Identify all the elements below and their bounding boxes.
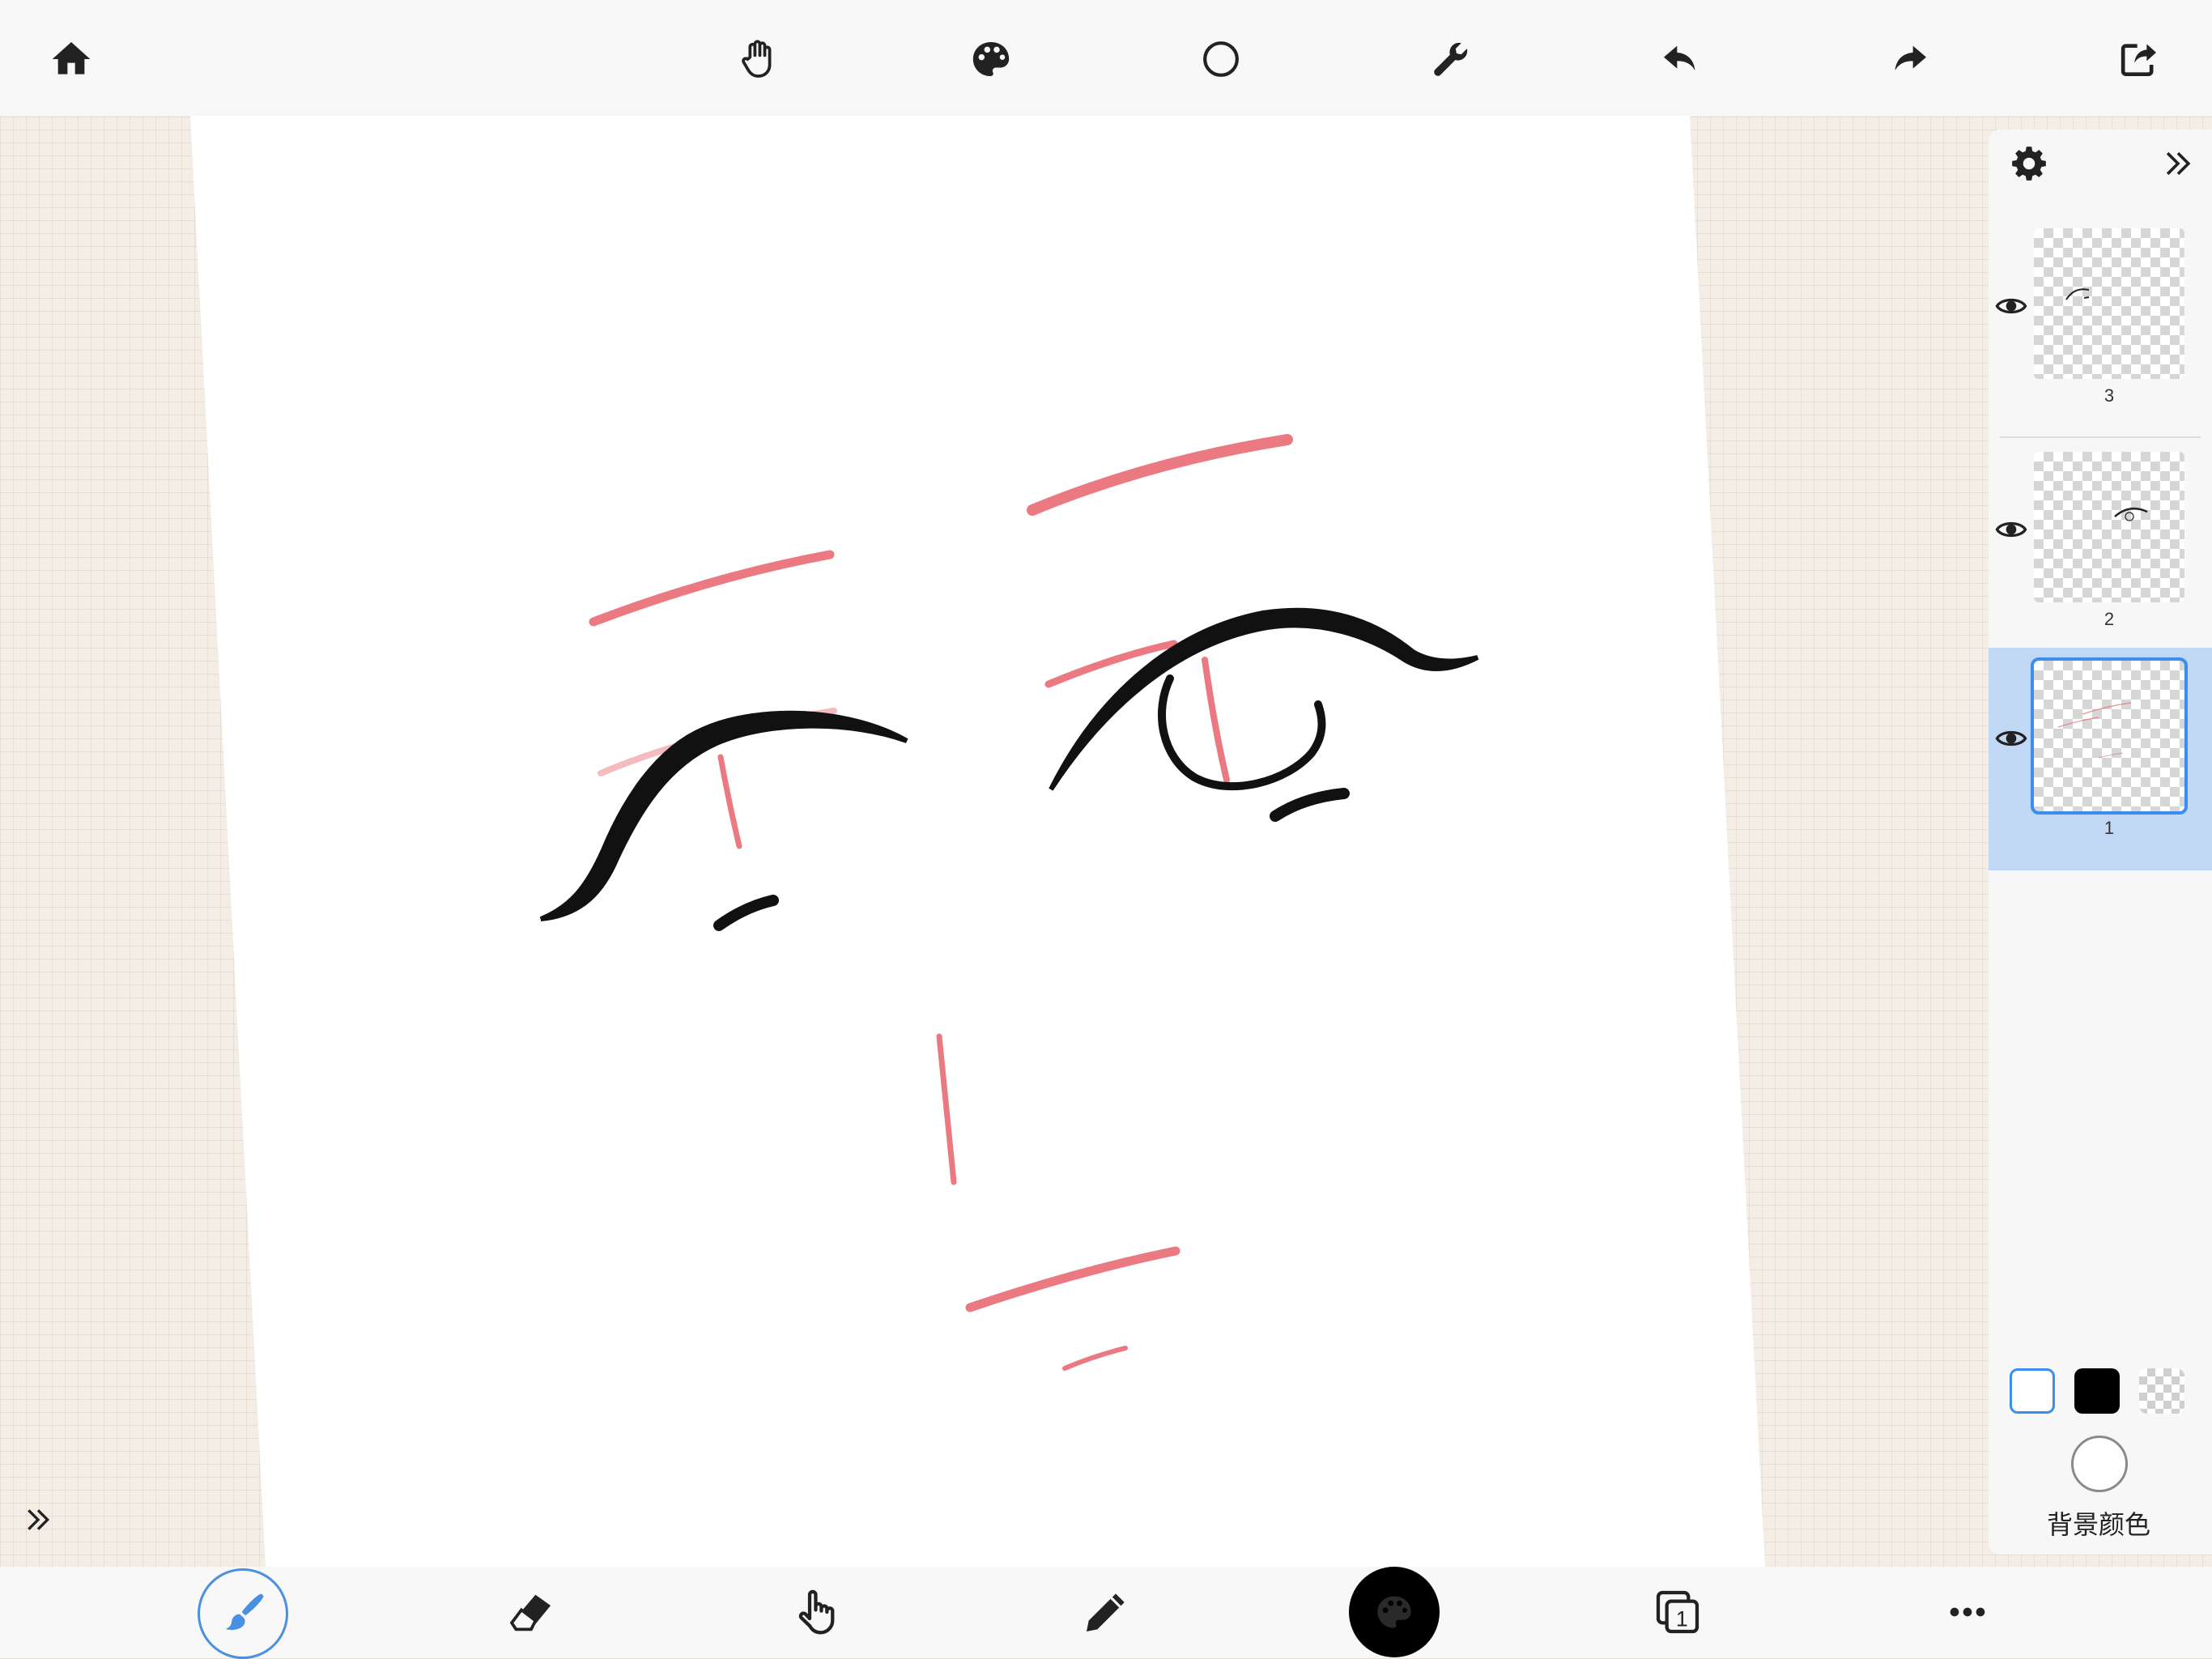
eye-icon (1995, 521, 2027, 538)
layers-button[interactable]: 1 (1632, 1567, 1723, 1657)
shape-button[interactable] (1192, 30, 1250, 88)
redo-button[interactable] (1880, 30, 1938, 88)
undo-button[interactable] (1652, 30, 1710, 88)
color-swatches (2010, 1368, 2204, 1417)
active-tool-ring (198, 1568, 288, 1659)
layer-thumbnail (2034, 228, 2184, 379)
divider (2000, 436, 2201, 438)
finger-smudge-icon (798, 1589, 835, 1635)
drawing-canvas[interactable] (0, 116, 2212, 1567)
circle-icon (1203, 41, 1239, 77)
layer-thumbnail (2034, 452, 2184, 602)
undo-icon (1664, 45, 1695, 70)
background-color-button[interactable] (2071, 1436, 2128, 1492)
share-button[interactable] (2110, 30, 2168, 88)
artboard (190, 116, 1765, 1567)
swatch-black[interactable] (2074, 1368, 2120, 1414)
visibility-toggle[interactable] (1990, 722, 2032, 755)
palette-button[interactable] (962, 30, 1020, 88)
more-button[interactable] (1922, 1567, 2013, 1657)
expand-right-icon (28, 1509, 50, 1530)
layers-panel: 3 2 1 (1989, 130, 2212, 1555)
pencil-icon (1087, 1593, 1125, 1631)
layers-count: 1 (1676, 1606, 1688, 1631)
collapse-right-icon (2166, 151, 2191, 176)
layer-thumbnail (2031, 657, 2188, 815)
swatch-white[interactable] (2010, 1368, 2055, 1414)
background-color-label: 背景颜色 (2046, 1510, 2150, 1539)
hand-icon (742, 40, 772, 78)
more-icon (1950, 1607, 1985, 1617)
gear-icon (2012, 147, 2046, 181)
swatch-transparent[interactable] (2139, 1368, 2184, 1414)
smudge-tool-button[interactable] (771, 1567, 861, 1657)
palette-icon (972, 42, 1010, 76)
layer-number: 1 (2104, 818, 2115, 838)
layer-settings-button[interactable] (2006, 141, 2052, 186)
layer-number: 3 (2104, 385, 2115, 406)
bottom-toolbar: 1 (0, 1567, 2212, 1658)
layers-icon: 1 (1656, 1590, 1699, 1634)
eye-icon (1995, 730, 2027, 747)
eraser-tool-button[interactable] (486, 1567, 576, 1657)
eye-icon (1995, 298, 2027, 314)
color-picker-button[interactable] (1349, 1567, 1440, 1657)
color-palette-icon (1377, 1596, 1411, 1628)
adjust-button[interactable] (1422, 30, 1480, 88)
visibility-toggle[interactable] (1990, 290, 2032, 322)
layer-item-3[interactable]: 3 (1989, 215, 2212, 438)
collapse-panel-button[interactable] (2155, 141, 2201, 186)
expand-left-panel-button[interactable] (18, 1499, 58, 1540)
layer-item-1[interactable]: 1 (1989, 648, 2212, 870)
pencil-tool-button[interactable] (1061, 1567, 1151, 1657)
visibility-toggle[interactable] (1990, 513, 2032, 546)
redo-icon (1895, 45, 1926, 70)
home-icon (52, 42, 91, 74)
layer-number: 2 (2104, 609, 2115, 629)
wrench-icon (1434, 42, 1468, 76)
top-toolbar (0, 0, 2212, 116)
hand-tool-button[interactable] (730, 30, 789, 88)
home-button[interactable] (42, 30, 100, 88)
layer-item-2[interactable]: 2 (1989, 439, 2212, 661)
eraser-icon (509, 1594, 551, 1631)
share-icon (2121, 44, 2156, 76)
